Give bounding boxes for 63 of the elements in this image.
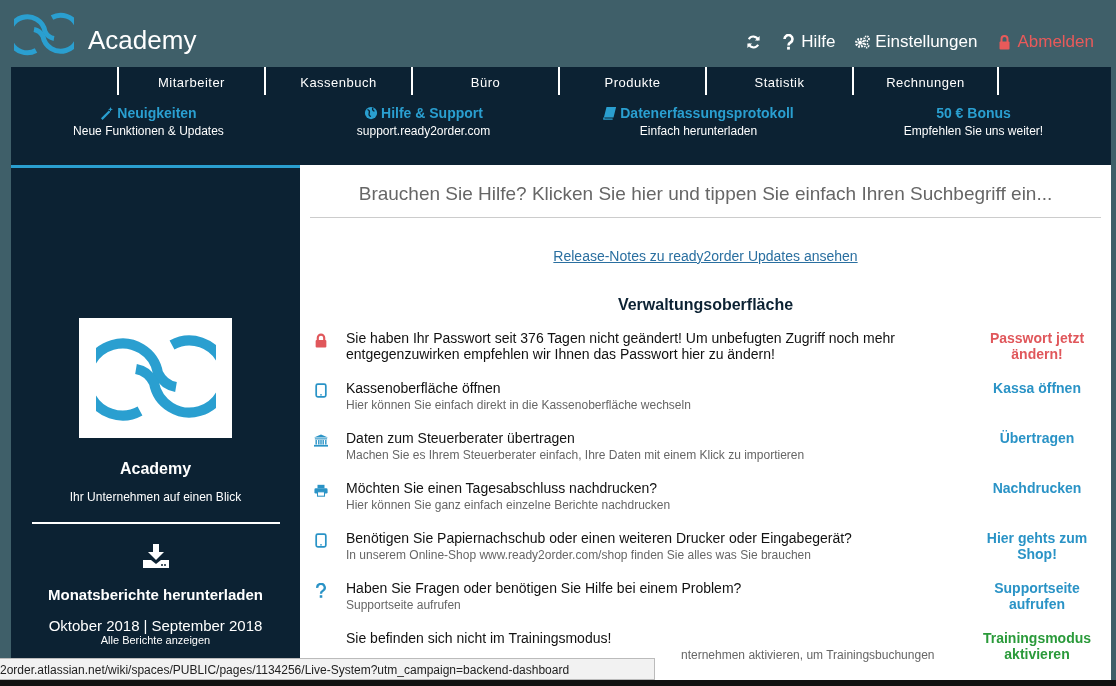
release-notes-link[interactable]: Release-Notes zu ready2order Updates ansehen xyxy=(553,248,858,264)
magic-wand-icon xyxy=(100,106,115,120)
action-link[interactable]: Nachdrucken xyxy=(973,480,1101,496)
row-title: Kassenoberfläche öffnen xyxy=(346,380,502,396)
all-reports-link[interactable]: Alle Berichte anzeigen xyxy=(100,634,211,646)
logo-icon xyxy=(95,333,216,423)
row-title: Sie haben Ihr Passwort seit 376 Tagen nicht geändert! Um unbefugten Zugriff noch mehr entgegenzuwirken empfehlen wir Ihnen das Passwort hier zu ändern! xyxy=(346,330,896,362)
nav-tab[interactable]: Statistik xyxy=(705,67,852,95)
help-link[interactable]: Hilfe xyxy=(781,31,836,52)
info-subtitle: Einfach herunterladen xyxy=(639,124,758,138)
app-title: Academy xyxy=(88,25,197,56)
download-icon xyxy=(142,544,169,568)
question-icon xyxy=(781,33,797,50)
status-bar: 2order.atlassian.net/wiki/spaces/PUBLIC/pages/1134256/Live-System?utm_campaign=backend-dashboard xyxy=(0,658,655,680)
info-subtitle: Empfehlen Sie uns weiter! xyxy=(903,124,1044,138)
nav-tab[interactable]: Büro xyxy=(411,67,558,95)
row-title: Haben Sie Fragen oder benötigen Sie Hilfe bei einem Problem? xyxy=(346,580,743,596)
info-link[interactable]: Datenerfassungsprotokoll xyxy=(603,105,794,121)
month-link[interactable]: September 2018 xyxy=(151,617,263,634)
bank-icon xyxy=(314,433,328,448)
nav-tab[interactable]: Kassenbuch xyxy=(264,67,411,95)
section-heading: Verwaltungsoberfläche xyxy=(617,296,794,314)
month-link[interactable]: Oktober 2018 xyxy=(48,617,140,634)
printer-icon xyxy=(314,483,328,498)
info-link[interactable]: 50 € Bonus xyxy=(936,105,1011,121)
nav-tab[interactable]: Produkte xyxy=(558,67,705,95)
row-description: Machen Sie es Ihrem Steuerberater einfach, Ihre Daten mit einem Klick zu importieren xyxy=(346,448,806,462)
info-link[interactable]: Neuigkeiten xyxy=(100,105,197,121)
row-title: Benötigen Sie Papiernachschub oder einen weiteren Drucker oder Eingabegerät? xyxy=(346,530,853,546)
logo-icon xyxy=(14,10,74,57)
separator: | xyxy=(143,617,148,634)
row-description: Supportseite aufrufen xyxy=(346,598,462,612)
action-link[interactable]: Hier gehts zum Shop! xyxy=(973,530,1101,562)
company-name: Academy xyxy=(119,460,192,478)
tablet-icon xyxy=(314,533,328,548)
nav-tab[interactable]: Rechnungen xyxy=(852,67,999,95)
lock-icon xyxy=(314,333,328,348)
refresh-icon xyxy=(746,33,762,50)
lock-icon xyxy=(997,33,1013,50)
row-description: Hier können Sie einfach direkt in die Kassenoberfläche wechseln xyxy=(346,398,692,412)
action-link[interactable]: Passwort jetzt ändern! xyxy=(973,330,1101,362)
section-title: Monatsberichte herunterladen xyxy=(47,586,263,603)
row-title: Sie befinden sich nicht im Trainingsmodus! xyxy=(346,630,613,646)
action-link[interactable]: Kassa öffnen xyxy=(973,380,1101,396)
row-title: Daten zum Steuerberater übertragen xyxy=(346,430,576,446)
settings-link[interactable]: Einstellungen xyxy=(855,31,978,52)
info-subtitle: support.ready2order.com xyxy=(356,124,491,138)
tagline: Ihr Unternehmen auf einen Blick xyxy=(69,490,242,504)
action-link[interactable]: Supportseite aufrufen xyxy=(973,580,1101,612)
info-link[interactable]: Hilfe & Support xyxy=(364,105,483,121)
row-description: In unserem Online-Shop www.ready2order.com/shop finden Sie alles was Sie brauchen xyxy=(346,548,812,562)
refresh-link[interactable] xyxy=(746,33,762,50)
globe-icon xyxy=(364,106,379,120)
row-description: Hier können Sie ganz einfach einzelne Berichte nachdrucken xyxy=(346,498,672,512)
question-icon xyxy=(314,583,328,598)
row-title: Möchten Sie einen Tagesabschluss nachdrucken? xyxy=(346,480,659,496)
book-icon xyxy=(603,106,618,120)
row-description: nternehmen aktivieren, um Trainingsbuchungen xyxy=(680,648,936,662)
action-link[interactable]: Trainingsmodus aktivieren xyxy=(973,630,1101,662)
action-link[interactable]: Übertragen xyxy=(973,430,1101,446)
nav-tab[interactable]: Mitarbeiter xyxy=(117,67,264,95)
tablet-icon xyxy=(314,383,328,398)
info-subtitle: Neue Funktionen & Updates xyxy=(73,124,224,138)
